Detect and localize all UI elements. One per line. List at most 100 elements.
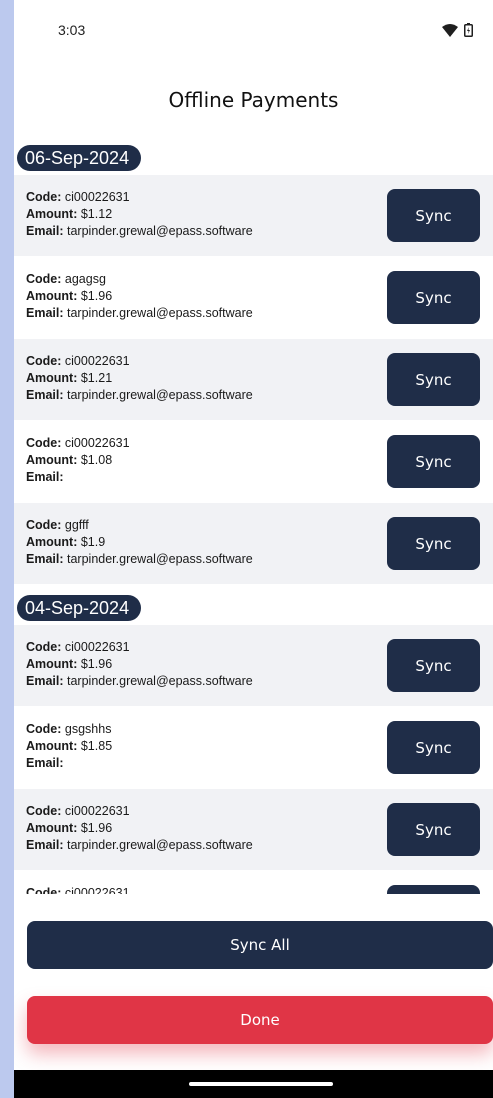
payment-amount-line: Amount: $1.21: [26, 370, 253, 387]
wifi-icon: [442, 22, 458, 41]
payment-email-label: Email:: [26, 388, 64, 402]
sync-button[interactable]: Sync: [387, 189, 480, 242]
payment-email-label: Email:: [26, 470, 64, 484]
payment-code-value: agagsg: [64, 272, 106, 286]
payment-row: Code: ci00022631 Amount: $1.96 Email: tarp…: [14, 625, 493, 706]
payment-row: Code: gsgshhs Amount: $1.85 Email: Sync: [14, 707, 493, 788]
payment-email-label: Email:: [26, 838, 64, 852]
payment-code-line: Code: agagsg: [26, 271, 253, 288]
payment-details: Code: ggfff Amount: $1.9 Email: tarpinder.…: [26, 517, 253, 568]
payment-email-label: Email:: [26, 224, 64, 238]
payment-code-label: Code:: [26, 640, 62, 654]
payment-code-value: gsgshhs: [64, 722, 112, 736]
payment-details: Code: ci00022631 Amount: $1.08 Email:: [26, 435, 130, 486]
sync-button[interactable]: Sync: [387, 803, 480, 856]
payment-amount-value: $1.9: [80, 535, 106, 549]
payment-row: Code: ci00022631 Amount: $1.96 Email: tarp…: [14, 789, 493, 870]
payment-amount-line: Amount: $1.08: [26, 452, 130, 469]
payment-row: Code: ggfff Amount: $1.9 Email: tarpinder.…: [14, 503, 493, 584]
payment-amount-line: Amount: $1.96: [26, 820, 253, 837]
payment-details: Code: ci00022631Amount: Email:: [26, 885, 130, 894]
payment-email-label: Email:: [26, 756, 64, 770]
payment-amount-label: Amount:: [26, 453, 78, 467]
payment-email-line: Email: tarpinder.grewal@epass.software: [26, 223, 253, 240]
payment-email-line: Email: tarpinder.grewal@epass.software: [26, 305, 253, 322]
payment-code-line: Code: ci00022631: [26, 435, 130, 452]
payment-row: Code: ci00022631Amount: Email: Sync: [14, 871, 493, 894]
payment-code-line: Code: ci00022631: [26, 803, 253, 820]
payment-code-value: ci00022631: [64, 436, 130, 450]
payment-details: Code: ci00022631 Amount: $1.21 Email: tarp…: [26, 353, 253, 404]
payment-code-label: Code:: [26, 354, 62, 368]
payment-amount-value: $1.96: [80, 821, 113, 835]
payment-email-line: Email: tarpinder.grewal@epass.software: [26, 673, 253, 690]
payment-code-value: ci00022631: [64, 886, 130, 894]
date-header: 04-Sep-2024: [17, 595, 142, 621]
payment-row: Code: ci00022631 Amount: $1.08 Email: Sync: [14, 421, 493, 502]
payment-amount-label: Amount:: [26, 657, 78, 671]
payment-email-value: tarpinder.grewal@epass.software: [67, 306, 253, 320]
payment-details: Code: ci00022631 Amount: $1.96 Email: tarp…: [26, 639, 253, 690]
sync-button[interactable]: Sync: [387, 353, 480, 406]
payment-code-line: Code: ci00022631: [26, 353, 253, 370]
payment-amount-label: Amount:: [26, 371, 78, 385]
sync-all-button[interactable]: Sync All: [27, 921, 493, 969]
payment-email-label: Email:: [26, 674, 64, 688]
sync-button[interactable]: Sync: [387, 885, 480, 894]
payment-amount-label: Amount:: [26, 289, 78, 303]
page-title: Offline Payments: [168, 88, 339, 112]
payment-email-value: tarpinder.grewal@epass.software: [67, 838, 253, 852]
payment-code-line: Code: gsgshhs: [26, 721, 112, 738]
payment-amount-value: $1.21: [80, 371, 113, 385]
payment-amount-line: Amount: $1.85: [26, 738, 112, 755]
payment-amount-line: Amount: $1.12: [26, 206, 253, 223]
payment-code-value: ci00022631: [64, 804, 130, 818]
payment-email-line: Email: tarpinder.grewal@epass.software: [26, 387, 253, 404]
payment-email-label: Email:: [26, 306, 64, 320]
payment-code-label: Code:: [26, 436, 62, 450]
sync-button[interactable]: Sync: [387, 517, 480, 570]
payment-code-line: Code: ci00022631: [26, 189, 253, 206]
navigation-bar: [14, 1070, 493, 1098]
status-icons: [442, 22, 473, 41]
payment-code-value: ci00022631: [64, 640, 130, 654]
payments-list[interactable]: 06-Sep-2024 Code: ci00022631 Amount: $1.12…: [14, 140, 493, 894]
date-header: 06-Sep-2024: [17, 145, 142, 171]
payment-code-label: Code:: [26, 190, 62, 204]
payment-amount-line: Amount: $1.9: [26, 534, 253, 551]
sync-button[interactable]: Sync: [387, 639, 480, 692]
payment-amount-line: Amount: $1.96: [26, 656, 253, 673]
payment-email-value: tarpinder.grewal@epass.software: [67, 224, 253, 238]
payment-amount-value: $1.96: [80, 657, 113, 671]
status-bar: 3:03: [14, 0, 493, 64]
payment-amount-value: $1.85: [80, 739, 113, 753]
payment-email-line: Email:: [26, 755, 112, 772]
payment-row: Code: agagsg Amount: $1.96 Email: tarpinde…: [14, 257, 493, 338]
payment-code-line: Code: ci00022631: [26, 885, 130, 894]
sync-button[interactable]: Sync: [387, 435, 480, 488]
payment-email-line: Email: tarpinder.grewal@epass.software: [26, 551, 253, 568]
payment-details: Code: ci00022631 Amount: $1.96 Email: tarp…: [26, 803, 253, 854]
payment-amount-value: $1.08: [80, 453, 113, 467]
payment-details: Code: agagsg Amount: $1.96 Email: tarpinde…: [26, 271, 253, 322]
payment-amount-label: Amount:: [26, 739, 78, 753]
payment-amount-value: $1.96: [80, 289, 113, 303]
payment-code-line: Code: ci00022631: [26, 639, 253, 656]
status-time: 3:03: [58, 22, 86, 38]
payment-code-value: ci00022631: [64, 190, 130, 204]
payment-amount-value: $1.12: [80, 207, 113, 221]
done-button[interactable]: Done: [27, 996, 493, 1044]
payment-email-line: Email:: [26, 469, 130, 486]
payment-code-label: Code:: [26, 518, 62, 532]
payment-code-line: Code: ggfff: [26, 517, 253, 534]
home-gesture-handle[interactable]: [189, 1082, 333, 1086]
payment-code-value: ci00022631: [64, 354, 130, 368]
payment-row: Code: ci00022631 Amount: $1.12 Email: tarp…: [14, 175, 493, 256]
sync-button[interactable]: Sync: [387, 721, 480, 774]
payment-code-label: Code:: [26, 272, 62, 286]
payment-email-label: Email:: [26, 552, 64, 566]
payment-amount-line: Amount: $1.96: [26, 288, 253, 305]
payment-code-value: ggfff: [64, 518, 89, 532]
sync-button[interactable]: Sync: [387, 271, 480, 324]
payment-details: Code: gsgshhs Amount: $1.85 Email:: [26, 721, 112, 772]
